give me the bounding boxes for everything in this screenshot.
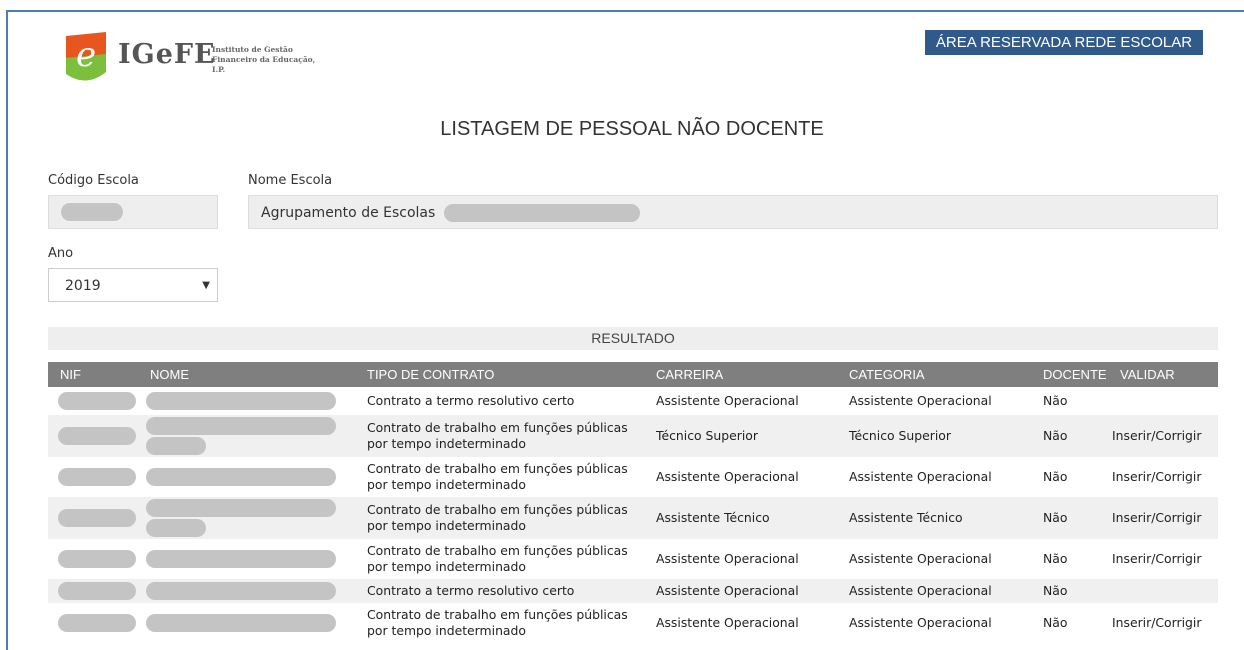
- contrato-cell: Contrato a termo resolutivo certo: [355, 579, 644, 603]
- nome-escola-field[interactable]: Agrupamento de Escolas: [248, 195, 1218, 229]
- docente-cell: Não: [1031, 539, 1108, 579]
- table-row: Contrato de trabalho em funções públicas…: [48, 497, 1218, 539]
- carreira-cell: Assistente Operacional: [644, 539, 837, 579]
- result-header: RESULTADO: [48, 327, 1218, 350]
- contrato-cell: Contrato de trabalho em funções públicas…: [355, 497, 644, 539]
- nome-escola-value: Agrupamento de Escolas: [261, 205, 436, 221]
- nome-escola-label: Nome Escola: [248, 173, 333, 188]
- contrato-cell: Contrato a termo resolutivo certo: [355, 387, 644, 415]
- nome-cell: [138, 603, 355, 643]
- corrigir-link[interactable]: Corrigir: [1155, 551, 1201, 566]
- categoria-cell: Assistente Operacional: [837, 387, 1031, 415]
- validar-cell: Inserir/Corrigir: [1108, 457, 1218, 497]
- contrato-cell: Contrato de trabalho em funções públicas…: [355, 539, 644, 579]
- nome-cell: [138, 387, 355, 415]
- redacted-value: [61, 203, 123, 221]
- table-row: Contrato a termo resolutivo certo Assist…: [48, 579, 1218, 603]
- contrato-cell: Contrato de trabalho em funções públicas…: [355, 457, 644, 497]
- nif-cell: [48, 539, 138, 579]
- col-nome[interactable]: NOME: [138, 362, 355, 387]
- categoria-cell: Assistente Operacional: [837, 457, 1031, 497]
- categoria-cell: Assistente Operacional: [837, 579, 1031, 603]
- ano-select[interactable]: 2019 ▼: [48, 268, 218, 302]
- docente-cell: Não: [1031, 457, 1108, 497]
- ano-label: Ano: [48, 246, 74, 261]
- inserir-link[interactable]: Inserir: [1112, 469, 1151, 484]
- categoria-cell: Assistente Operacional: [837, 603, 1031, 643]
- svg-text:e: e: [76, 35, 96, 75]
- col-docente[interactable]: DOCENTE: [1031, 362, 1108, 387]
- page-title: LISTAGEM DE PESSOAL NÃO DOCENTE: [440, 118, 824, 140]
- col-validar[interactable]: VALIDAR: [1108, 362, 1218, 387]
- validar-cell: Inserir/Corrigir: [1108, 603, 1218, 643]
- inserir-link[interactable]: Inserir: [1112, 615, 1151, 630]
- col-categoria[interactable]: CATEGORIA: [837, 362, 1031, 387]
- inserir-link[interactable]: Inserir: [1112, 428, 1151, 443]
- docente-cell: Não: [1031, 497, 1108, 539]
- docente-cell: Não: [1031, 415, 1108, 457]
- validar-cell: [1108, 579, 1218, 603]
- docente-cell: Não: [1031, 603, 1108, 643]
- nome-cell: [138, 457, 355, 497]
- igefe-logo[interactable]: e IGeFE Instituto de Gestão Financeiro d…: [62, 26, 322, 86]
- nif-cell: [48, 387, 138, 415]
- corrigir-link[interactable]: Corrigir: [1155, 469, 1201, 484]
- nif-cell: [48, 457, 138, 497]
- codigo-escola-label: Código Escola: [48, 173, 139, 188]
- table-row: Contrato de trabalho em funções públicas…: [48, 539, 1218, 579]
- carreira-cell: Assistente Operacional: [644, 387, 837, 415]
- categoria-cell: Assistente Operacional: [837, 539, 1031, 579]
- contrato-cell: Contrato de trabalho em funções públicas…: [355, 415, 644, 457]
- redacted-value: [443, 204, 640, 222]
- col-tipo-contrato[interactable]: TIPO DE CONTRATO: [355, 362, 644, 387]
- corrigir-link[interactable]: Corrigir: [1155, 615, 1201, 630]
- codigo-escola-field[interactable]: [48, 195, 218, 229]
- table-row: Contrato de trabalho em funções públicas…: [48, 415, 1218, 457]
- carreira-cell: Assistente Operacional: [644, 603, 837, 643]
- validar-cell: Inserir/Corrigir: [1108, 539, 1218, 579]
- nif-cell: [48, 415, 138, 457]
- table-row: Contrato de trabalho em funções públicas…: [48, 603, 1218, 643]
- table-header-row: NIF NOME TIPO DE CONTRATO CARREIRA CATEG…: [48, 362, 1218, 387]
- carreira-cell: Assistente Operacional: [644, 457, 837, 497]
- carreira-cell: Assistente Técnico: [644, 497, 837, 539]
- carreira-cell: Assistente Operacional: [644, 579, 837, 603]
- logo-mark-icon: e: [66, 32, 106, 81]
- contrato-cell: Contrato de trabalho em funções públicas…: [355, 603, 644, 643]
- inserir-link[interactable]: Inserir: [1112, 510, 1151, 525]
- table-row: Contrato de trabalho em funções públicas…: [48, 457, 1218, 497]
- nome-cell: [138, 539, 355, 579]
- categoria-cell: Técnico Superior: [837, 415, 1031, 457]
- nome-cell: [138, 579, 355, 603]
- docente-cell: Não: [1031, 579, 1108, 603]
- nif-cell: [48, 603, 138, 643]
- logo-text: IGeFE: [118, 39, 216, 70]
- validar-cell: [1108, 387, 1218, 415]
- reserved-area-button[interactable]: ÁREA RESERVADA REDE ESCOLAR: [925, 30, 1203, 55]
- ano-selected-value: 2019: [65, 278, 101, 294]
- nome-cell: [138, 497, 355, 539]
- validar-cell: Inserir/Corrigir: [1108, 497, 1218, 539]
- logo-subtitle: Instituto de Gestão Financeiro da Educaç…: [212, 45, 316, 74]
- docente-cell: Não: [1031, 387, 1108, 415]
- table-row: Contrato a termo resolutivo certo Assist…: [48, 387, 1218, 415]
- corrigir-link[interactable]: Corrigir: [1155, 510, 1201, 525]
- validar-cell: Inserir/Corrigir: [1108, 415, 1218, 457]
- col-nif[interactable]: NIF: [48, 362, 138, 387]
- dropdown-arrow-icon: ▼: [202, 280, 210, 291]
- nif-cell: [48, 579, 138, 603]
- col-carreira[interactable]: CARREIRA: [644, 362, 837, 387]
- staff-table: NIF NOME TIPO DE CONTRATO CARREIRA CATEG…: [48, 362, 1218, 643]
- carreira-cell: Técnico Superior: [644, 415, 837, 457]
- nome-cell: [138, 415, 355, 457]
- nif-cell: [48, 497, 138, 539]
- categoria-cell: Assistente Técnico: [837, 497, 1031, 539]
- corrigir-link[interactable]: Corrigir: [1155, 428, 1201, 443]
- inserir-link[interactable]: Inserir: [1112, 551, 1151, 566]
